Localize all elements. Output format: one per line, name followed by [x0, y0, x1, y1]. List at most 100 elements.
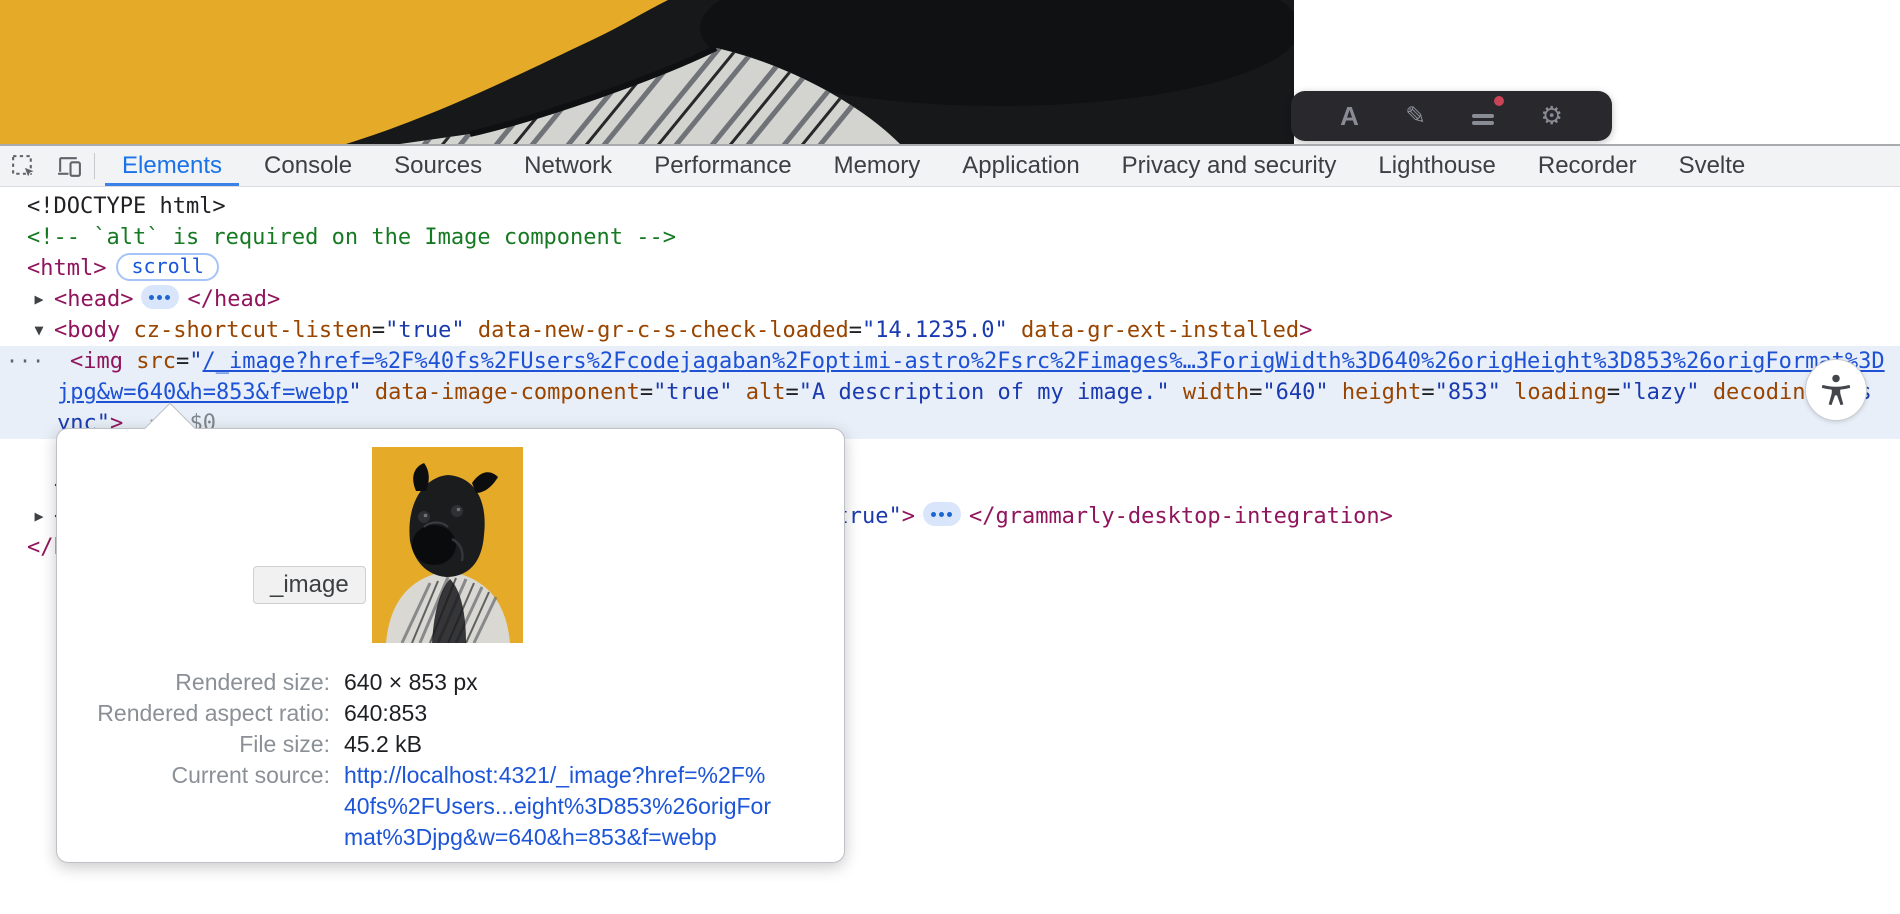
- code-token-plain: [1700, 380, 1713, 405]
- gear-icon[interactable]: ⚙: [1540, 104, 1562, 129]
- code-token-value: "A description of my image.": [799, 380, 1170, 405]
- pen-icon[interactable]: ✎: [1405, 104, 1426, 129]
- code-token-tag: </grammarly-desktop-integration>: [969, 504, 1393, 529]
- menu-red-dot-icon[interactable]: [1472, 104, 1494, 129]
- scroll-badge[interactable]: scroll: [116, 253, 218, 281]
- tree-line[interactable]: <html> scroll: [0, 253, 1900, 284]
- code-token-attr: width: [1183, 380, 1249, 405]
- expand-arrow-open-icon[interactable]: ▼: [28, 315, 50, 346]
- code-token-link[interactable]: jpg&w=640&h=853&f=webp: [57, 380, 348, 405]
- tab-sources[interactable]: Sources: [373, 146, 503, 186]
- info-row-label: File size:: [73, 729, 330, 760]
- code-token-attr: loading: [1514, 380, 1607, 405]
- code-token-plain: [120, 318, 133, 343]
- code-token-comment: <!-- `alt` is required on the Image comp…: [27, 225, 676, 250]
- code-token-plain: [1501, 380, 1514, 405]
- tab-memory[interactable]: Memory: [813, 146, 942, 186]
- grammarly-widget[interactable]: A ✎ ⚙: [1291, 91, 1612, 141]
- code-token-tag: <html>: [27, 256, 106, 281]
- notification-dot: [1494, 96, 1504, 106]
- code-token-tag: >: [902, 504, 915, 529]
- devtools-toolbar: ElementsConsoleSourcesNetworkPerformance…: [0, 146, 1900, 187]
- info-row-label: Current source:: [73, 760, 330, 853]
- info-row-value: 640 × 853 px: [344, 667, 771, 698]
- tab-elements[interactable]: Elements: [101, 146, 243, 186]
- tree-line[interactable]: <!DOCTYPE html>: [0, 191, 1900, 222]
- code-token-plain: [1008, 318, 1021, 343]
- code-token-plain: =: [849, 318, 862, 343]
- tab-network[interactable]: Network: [503, 146, 633, 186]
- code-token-value: "640": [1262, 380, 1328, 405]
- code-token-link[interactable]: /_image?href=%2F%40fs%2FUsers%2Fcodejaga…: [202, 349, 1884, 374]
- tab-lighthouse[interactable]: Lighthouse: [1357, 146, 1516, 186]
- more-actions-icon[interactable]: ···: [6, 346, 45, 377]
- device-toolbar-icon: [56, 153, 83, 180]
- code-token-plain: [465, 318, 478, 343]
- accessibility-button[interactable]: [1805, 359, 1867, 421]
- code-token-plain: =: [1421, 380, 1434, 405]
- code-token-tag: >: [1299, 318, 1312, 343]
- info-row-value: 45.2 kB: [344, 729, 771, 760]
- tree-line[interactable]: jpg&w=640&h=853&f=webp" data-image-compo…: [0, 377, 1900, 408]
- code-token-value: ": [189, 349, 202, 374]
- code-token-plain: [1170, 380, 1183, 405]
- code-token-plain: [1329, 380, 1342, 405]
- tab-privacy-and-security[interactable]: Privacy and security: [1101, 146, 1358, 186]
- device-toolbar-button[interactable]: [46, 146, 92, 186]
- code-token-attr: height: [1342, 380, 1421, 405]
- code-token-plain: =: [1249, 380, 1262, 405]
- code-token-doctype: <!DOCTYPE html>: [27, 194, 226, 219]
- hidden-children-badge[interactable]: [923, 502, 961, 526]
- tree-line[interactable]: <!-- `alt` is required on the Image comp…: [0, 222, 1900, 253]
- code-token-attr: alt: [746, 380, 786, 405]
- inspect-cursor-icon: [10, 153, 37, 180]
- toolbar-divider: [94, 153, 95, 179]
- tab-console[interactable]: Console: [243, 146, 373, 186]
- code-token-plain: [123, 349, 136, 374]
- page-viewport: A ✎ ⚙: [0, 0, 1900, 144]
- code-token-plain: =: [640, 380, 653, 405]
- code-token-attr: data-new-gr-c-s-check-loaded: [478, 318, 849, 343]
- expand-arrow-closed-icon[interactable]: ▶: [28, 501, 50, 532]
- info-row-value: 640:853: [344, 698, 771, 729]
- tab-recorder[interactable]: Recorder: [1517, 146, 1658, 186]
- code-token-value: ": [348, 380, 361, 405]
- current-source-link[interactable]: http://localhost:4321/_image?href=%2F%40…: [344, 760, 771, 853]
- hidden-children-badge[interactable]: [141, 285, 179, 309]
- preview-info-rows: Rendered size: 640 × 853 px Rendered aspec…: [73, 667, 771, 853]
- hero-pug-image: [0, 0, 1294, 144]
- code-token-value: "true": [385, 318, 464, 343]
- accessibility-person-icon: [1818, 372, 1854, 408]
- image-preview-tooltip: _image Rendered size:640 × 853 pxRendere…: [56, 428, 845, 863]
- code-token-attr: decoding: [1713, 380, 1819, 405]
- grammarly-a-icon[interactable]: A: [1340, 103, 1359, 129]
- code-token-tag: <img: [70, 349, 123, 374]
- code-token-tag: <head>: [54, 287, 133, 312]
- tab-svelte[interactable]: Svelte: [1658, 146, 1767, 186]
- code-token-value: "14.1235.0": [862, 318, 1008, 343]
- code-token-plain: [733, 380, 746, 405]
- code-token-tag: </head>: [187, 287, 280, 312]
- tree-line[interactable]: ▼<body cz-shortcut-listen="true" data-ne…: [0, 315, 1900, 346]
- code-token-attr: data-image-component: [375, 380, 640, 405]
- code-token-plain: [362, 380, 375, 405]
- code-token-plain: =: [372, 318, 385, 343]
- code-token-plain: =: [1607, 380, 1620, 405]
- code-token-plain: =: [176, 349, 189, 374]
- tree-line[interactable]: ▶<head> </head>: [0, 284, 1900, 315]
- code-token-attr: src: [136, 349, 176, 374]
- preview-thumbnail: [372, 447, 523, 643]
- code-token-value: "true": [653, 380, 732, 405]
- info-row-label: Rendered aspect ratio:: [73, 698, 330, 729]
- inspect-element-button[interactable]: [0, 146, 46, 186]
- code-token-tag: <body: [54, 318, 120, 343]
- code-token-plain: =: [786, 380, 799, 405]
- code-token-value: "lazy": [1620, 380, 1699, 405]
- info-row-label: Rendered size:: [73, 667, 330, 698]
- code-token-attr: cz-shortcut-listen: [133, 318, 371, 343]
- tree-line[interactable]: ··· <img src="/_image?href=%2F%40fs%2FUse…: [0, 346, 1900, 377]
- tab-application[interactable]: Application: [941, 146, 1100, 186]
- code-token-value: "853": [1435, 380, 1501, 405]
- tab-performance[interactable]: Performance: [633, 146, 812, 186]
- expand-arrow-closed-icon[interactable]: ▶: [28, 284, 50, 315]
